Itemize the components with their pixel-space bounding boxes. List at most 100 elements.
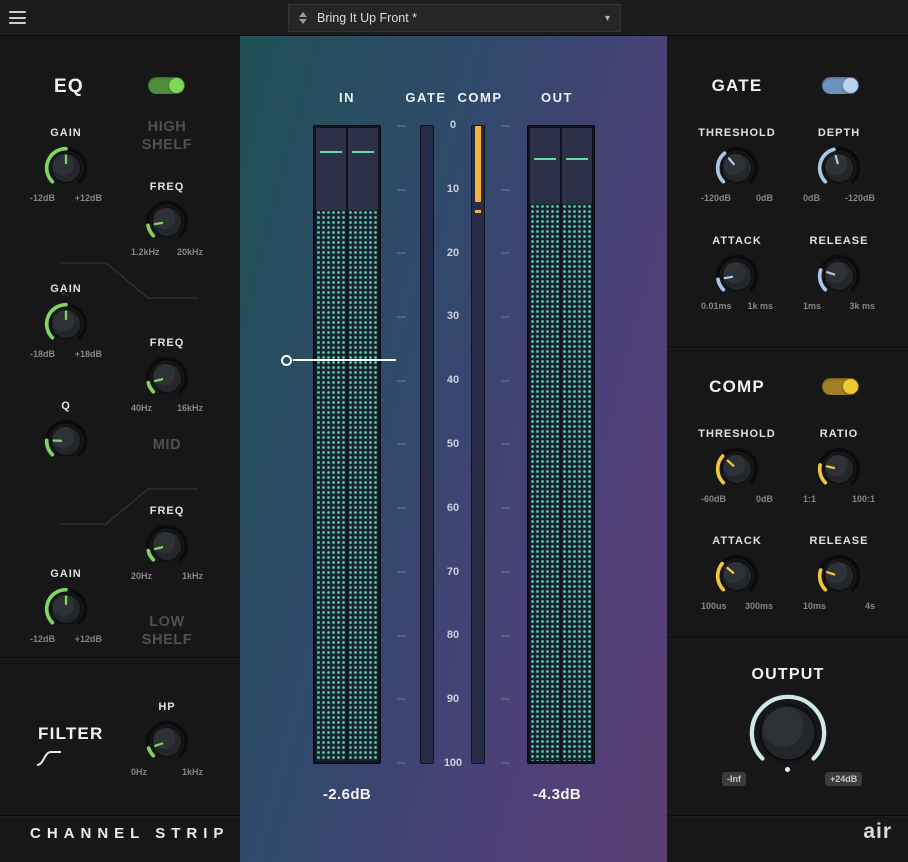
comp-attack-min-label: 100us	[701, 601, 727, 611]
out-meter-peak	[566, 158, 589, 160]
eq-high-shelf-freq-dial[interactable]	[144, 199, 190, 245]
gate-threshold-handle[interactable]	[281, 355, 292, 366]
meter-scale-value: 40	[436, 375, 470, 386]
meter-scale-value: 20	[436, 248, 470, 259]
gate-attack-max-label: 1k ms	[747, 301, 773, 311]
meter-tick	[397, 443, 406, 445]
in-level-readout: -2.6dB	[297, 786, 397, 803]
eq-mid-freq-label: FREQ	[150, 337, 185, 349]
gate-depth-max-label: -120dB	[845, 193, 875, 203]
gate-meter	[420, 125, 434, 764]
eq-toggle[interactable]	[148, 77, 185, 94]
low-shelf-label: LOW SHELF	[131, 613, 203, 649]
comp-release-dial[interactable]	[816, 553, 862, 599]
eq-low-shelf-gain-max-label: +12dB	[75, 634, 102, 644]
comp-toggle[interactable]	[822, 378, 859, 395]
gate-depth-label: DEPTH	[818, 127, 860, 139]
out-meter-label: OUT	[537, 90, 577, 105]
eq-mid-gain-min-label: -18dB	[30, 349, 55, 359]
meter-tick	[501, 380, 510, 382]
output-knob-marker	[785, 767, 790, 772]
out-meter-left-channel	[530, 128, 560, 761]
meter-tick	[397, 571, 406, 573]
left-panel: EQ HIGH SHELF GAIN-12dB+12dB FREQ1.2kHz2…	[0, 36, 240, 862]
meter-scale-value: 30	[436, 311, 470, 322]
highpass-curve-icon	[36, 750, 62, 766]
eq-high-shelf-gain-dial[interactable]	[43, 145, 89, 191]
comp-attack-label: ATTACK	[712, 535, 762, 547]
gate-toggle[interactable]	[822, 77, 859, 94]
channel-strip-plugin-window: Bring It Up Front * ▾ EQ HIGH SHELF GAIN…	[0, 0, 908, 862]
footer-divider-right	[667, 815, 908, 816]
gate-release-dial[interactable]	[816, 253, 862, 299]
gate-threshold-dial[interactable]	[714, 145, 760, 191]
gate-attack-min-label: 0.01ms	[701, 301, 732, 311]
meter-tick	[501, 252, 510, 254]
preset-name: Bring It Up Front *	[317, 11, 605, 25]
comp-ratio-max-label: 100:1	[852, 494, 875, 504]
filter-hp-min-label: 0Hz	[131, 767, 147, 777]
toggle-dot	[843, 379, 858, 394]
comp-ratio-dial[interactable]	[816, 446, 862, 492]
gate-threshold-line	[293, 359, 396, 362]
right-panel: GATE THRESHOLD-120dB0dB DEPTH0dB-120dB A…	[667, 36, 908, 862]
filter-hp-dial[interactable]	[144, 719, 190, 765]
comp-output-divider	[667, 637, 908, 638]
high-shelf-label: HIGH SHELF	[131, 118, 203, 154]
eq-mid-q-label: Q	[61, 400, 71, 412]
gate-threshold-slider[interactable]	[281, 352, 396, 368]
toggle-dot	[843, 78, 858, 93]
filter-hp-max-label: 1kHz	[182, 767, 203, 777]
out-level-readout: -4.3dB	[507, 786, 607, 803]
gate-comp-divider	[667, 347, 908, 348]
air-logo: air	[863, 821, 892, 842]
meter-panel: IN GATE COMP OUT 0102030405060708090100	[240, 36, 667, 862]
comp-threshold-dial[interactable]	[714, 446, 760, 492]
meter-tick	[501, 125, 510, 127]
eq-low-shelf-gain-dial[interactable]	[43, 586, 89, 632]
eq-low-shelf-freq: FREQ20Hz1kHz	[131, 505, 203, 581]
out-meter-peak	[534, 158, 557, 160]
comp-attack: ATTACK100us300ms	[701, 535, 773, 611]
comp-ratio: RATIO1:1100:1	[803, 428, 875, 504]
menu-icon[interactable]	[9, 11, 26, 24]
eq-high-shelf-freq-min-label: 1.2kHz	[131, 247, 160, 257]
preset-up-icon[interactable]	[299, 12, 307, 17]
meter-tick	[397, 316, 406, 318]
footer-divider-left	[0, 815, 240, 816]
out-meter-right-channel	[562, 128, 592, 761]
eq-mid-gain: GAIN-18dB+18dB	[30, 283, 102, 359]
comp-attack-dial[interactable]	[714, 553, 760, 599]
eq-mid-gain-dial[interactable]	[43, 301, 89, 347]
gate-threshold-min-label: -120dB	[701, 193, 731, 203]
gate-attack-dial[interactable]	[714, 253, 760, 299]
eq-mid-q-dial[interactable]	[43, 418, 89, 464]
eq-high-shelf-freq: FREQ1.2kHz20kHz	[131, 181, 203, 257]
preset-down-icon[interactable]	[299, 19, 307, 24]
in-meter-peak	[352, 151, 375, 153]
gate-depth-dial[interactable]	[816, 145, 862, 191]
eq-filter-divider	[0, 657, 240, 658]
output-knob-dial[interactable]	[745, 690, 831, 776]
eq-low-shelf-freq-label: FREQ	[150, 505, 185, 517]
eq-high-shelf-gain: GAIN-12dB+12dB	[30, 127, 102, 203]
preset-dropdown-icon[interactable]: ▾	[605, 13, 610, 24]
plugin-title: CHANNEL STRIP	[30, 825, 229, 842]
meter-tick	[397, 189, 406, 191]
eq-mid-freq-dial[interactable]	[144, 355, 190, 401]
eq-low-shelf-freq-dial[interactable]	[144, 523, 190, 569]
eq-mid-freq-min-label: 40Hz	[131, 403, 152, 413]
meter-tick	[397, 698, 406, 700]
preset-spinner[interactable]	[299, 12, 307, 24]
preset-selector[interactable]: Bring It Up Front * ▾	[288, 4, 621, 32]
meter-scale-value: 90	[436, 694, 470, 705]
eq-high-shelf-freq-max-label: 20kHz	[177, 247, 203, 257]
meter-scale-value: 60	[436, 503, 470, 514]
meter-tick	[397, 125, 406, 127]
eq-mid-q: Q	[30, 400, 102, 464]
gate-attack-label: ATTACK	[712, 235, 762, 247]
meter-scale: 0102030405060708090100	[436, 120, 470, 769]
eq-mid-gain-max-label: +18dB	[75, 349, 102, 359]
gate-release-min-label: 1ms	[803, 301, 821, 311]
comp-threshold-min-label: -60dB	[701, 494, 726, 504]
